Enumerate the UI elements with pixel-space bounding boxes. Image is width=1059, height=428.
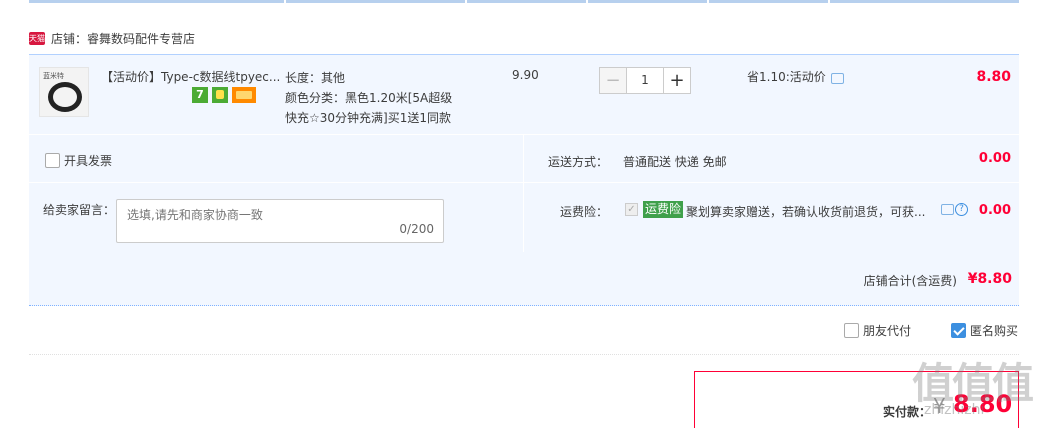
divider — [523, 135, 524, 252]
shop-row: 天猫 店铺：睿舞数码配件专营店 — [29, 30, 195, 46]
seven-day-return-icon: 7 — [192, 87, 208, 103]
invoice-option[interactable]: 开具发票 — [45, 152, 112, 169]
credit-card-icon — [232, 87, 256, 103]
anonymous-option[interactable]: 匿名购买 — [951, 322, 1018, 339]
help-icon[interactable]: ? — [955, 203, 968, 216]
guarantee-icon — [212, 87, 228, 103]
discount-text: 省1.10:活动价 — [747, 70, 826, 84]
message-box: 0/200 — [116, 199, 444, 243]
order-options: 开具发票 给卖家留言： 0/200 运送方式： 普通配送 快递 免邮 0.00 … — [29, 135, 1019, 252]
quantity-increase-button[interactable]: + — [663, 67, 691, 94]
product-title[interactable]: 【活动价】Type-c数据线tpyec... — [101, 68, 281, 85]
extra-options: 朋友代付 匿名购买 — [29, 315, 1019, 355]
friend-pay-option[interactable]: 朋友代付 — [844, 322, 911, 339]
subtotal-value: ¥8.80 — [967, 271, 1012, 287]
subtotal-label: 店铺合计(含运费) — [863, 274, 957, 288]
watermark-url: zhizhizhi — [924, 402, 985, 418]
insurance-label: 运费险： — [560, 205, 609, 219]
insurance-description: 聚划算卖家赠送，若确认收货前退货，可获... — [686, 205, 926, 219]
friend-pay-checkbox[interactable] — [844, 323, 859, 338]
quantity-input[interactable]: 1 — [627, 67, 663, 94]
shop-name[interactable]: 店铺：睿舞数码配件专营店 — [51, 30, 195, 47]
invoice-label: 开具发票 — [64, 154, 113, 168]
tmall-icon: 天猫 — [29, 31, 45, 45]
shop-subtotal: 店铺合计(含运费) ¥8.80 — [29, 252, 1019, 306]
quantity-decrease-button[interactable]: − — [599, 67, 627, 94]
sku-length: 长度：其他 — [285, 71, 346, 85]
seller-message-input[interactable] — [117, 200, 443, 242]
comment-icon[interactable] — [830, 73, 844, 84]
anonymous-label: 匿名购买 — [970, 324, 1019, 338]
friend-pay-label: 朋友代付 — [863, 324, 912, 338]
thumbnail-brand: 蓝米特 — [43, 72, 64, 80]
sku-info: 长度：其他 颜色分类：黑色1.20米[5A超级快充☆30分钟充满]买1送1同款 — [285, 68, 461, 128]
unit-price: 9.90 — [512, 68, 539, 82]
shipping-label: 运送方式： — [548, 155, 609, 169]
shipping-fee: 0.00 — [978, 151, 1011, 166]
order-item: 蓝米特 【活动价】Type-c数据线tpyec... 7 长度：其他 颜色分类：… — [29, 54, 1019, 134]
insurance-badge: 运费险 — [643, 201, 684, 218]
message-label: 给卖家留言： — [43, 203, 116, 217]
comment-icon[interactable] — [941, 204, 954, 215]
cable-image — [48, 82, 82, 112]
insurance-fee: 0.00 — [978, 203, 1011, 218]
divider — [29, 182, 1019, 183]
item-total: 8.80 — [976, 69, 1011, 85]
quantity-stepper: − 1 + — [599, 67, 691, 94]
message-char-count: 0/200 — [399, 222, 434, 236]
sku-color: 颜色分类：黑色1.20米[5A超级快充☆30分钟充满]买1送1同款 — [285, 91, 453, 125]
anonymous-checkbox[interactable] — [951, 323, 966, 338]
shipping-method: 普通配送 快递 免邮 — [623, 155, 727, 169]
product-thumbnail[interactable]: 蓝米特 — [39, 67, 89, 117]
discount-info: 省1.10:活动价 — [747, 68, 844, 85]
invoice-checkbox[interactable] — [45, 153, 60, 168]
insurance-checkbox[interactable]: ✓ — [625, 203, 638, 216]
table-header-strip — [29, 0, 1019, 3]
